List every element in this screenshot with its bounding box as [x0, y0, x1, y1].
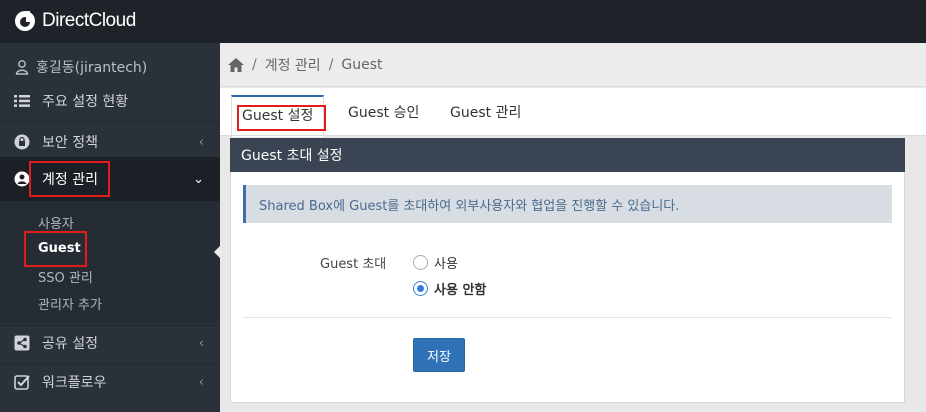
- lock-icon: [14, 134, 30, 150]
- divider: [0, 121, 220, 122]
- list-icon: [14, 95, 30, 107]
- highlight-box: [24, 231, 87, 267]
- sidebar-item-workflow[interactable]: 워크플로우 ‹: [0, 363, 220, 401]
- chevron-left-icon: ‹: [198, 374, 204, 390]
- form-divider: [243, 317, 892, 318]
- sidebar-item-security[interactable]: 보안 정책 ‹: [0, 123, 220, 161]
- submenu-item-add-admin[interactable]: 관리자 추가: [38, 294, 102, 313]
- chevron-left-icon: ‹: [198, 134, 204, 150]
- radio-enable[interactable]: 사용: [413, 253, 458, 272]
- highlight-box: [29, 161, 110, 197]
- top-bar: DirectCloud: [0, 0, 926, 43]
- share-icon: [14, 335, 30, 351]
- user-profile[interactable]: 홍길동(jirantech): [14, 57, 147, 77]
- user-circle-icon: [14, 171, 30, 187]
- sidebar-item-label: 보안 정책: [42, 135, 98, 151]
- breadcrumb-item[interactable]: 계정 관리: [265, 55, 321, 75]
- breadcrumb: / 계정 관리 / Guest: [220, 43, 926, 87]
- sidebar-item-label: 주요 설정 현황: [42, 94, 129, 110]
- radio-disable[interactable]: 사용 안함: [413, 279, 486, 298]
- radio-button-selected[interactable]: [413, 281, 428, 296]
- sidebar-item-label: 워크플로우: [42, 375, 107, 391]
- chevron-down-icon: ⌄: [193, 171, 204, 187]
- tab-guest-approval[interactable]: Guest 승인: [348, 102, 419, 122]
- active-pointer: [214, 245, 221, 259]
- info-alert: Shared Box에 Guest를 초대하여 외부사용자와 협업을 진행할 수…: [243, 185, 892, 223]
- save-button[interactable]: 저장: [413, 338, 465, 372]
- breadcrumb-item: Guest: [341, 56, 383, 73]
- tab-guest-management[interactable]: Guest 관리: [450, 102, 521, 122]
- chevron-left-icon: ‹: [198, 335, 204, 351]
- guest-invite-label: Guest 초대: [320, 257, 387, 272]
- radio-label: 사용 안함: [434, 283, 487, 298]
- breadcrumb-separator: /: [328, 56, 334, 73]
- user-name: 홍길동(jirantech): [36, 60, 148, 76]
- home-icon[interactable]: [228, 57, 244, 72]
- sidebar-item-status[interactable]: 주요 설정 현황: [14, 91, 128, 111]
- sidebar: 홍길동(jirantech) 주요 설정 현황 보안 정책 ‹ 계정 관리 ⌄ …: [0, 43, 220, 412]
- panel-body: Shared Box에 Guest를 초대하여 외부사용자와 협업을 진행할 수…: [230, 172, 905, 403]
- breadcrumb-separator: /: [252, 56, 257, 73]
- logo-text: DirectCloud: [42, 10, 136, 31]
- sidebar-item-label: 공유 설정: [42, 336, 98, 352]
- tab-underline: [220, 135, 926, 136]
- submenu-item-users[interactable]: 사용자: [38, 213, 74, 232]
- radio-label: 사용: [434, 257, 458, 272]
- check-square-icon: [14, 374, 30, 390]
- submenu-item-sso[interactable]: SSO 관리: [38, 267, 93, 286]
- cloud-logo-icon: [15, 11, 35, 31]
- user-icon: [15, 60, 29, 75]
- highlight-box: [237, 105, 326, 131]
- radio-button[interactable]: [413, 255, 428, 270]
- panel-title: Guest 초대 설정: [230, 138, 905, 172]
- tab-bar: Guest 설정 Guest 승인 Guest 관리: [220, 88, 926, 137]
- logo[interactable]: DirectCloud: [12, 10, 136, 32]
- sidebar-item-sharing[interactable]: 공유 설정 ‹: [0, 324, 220, 362]
